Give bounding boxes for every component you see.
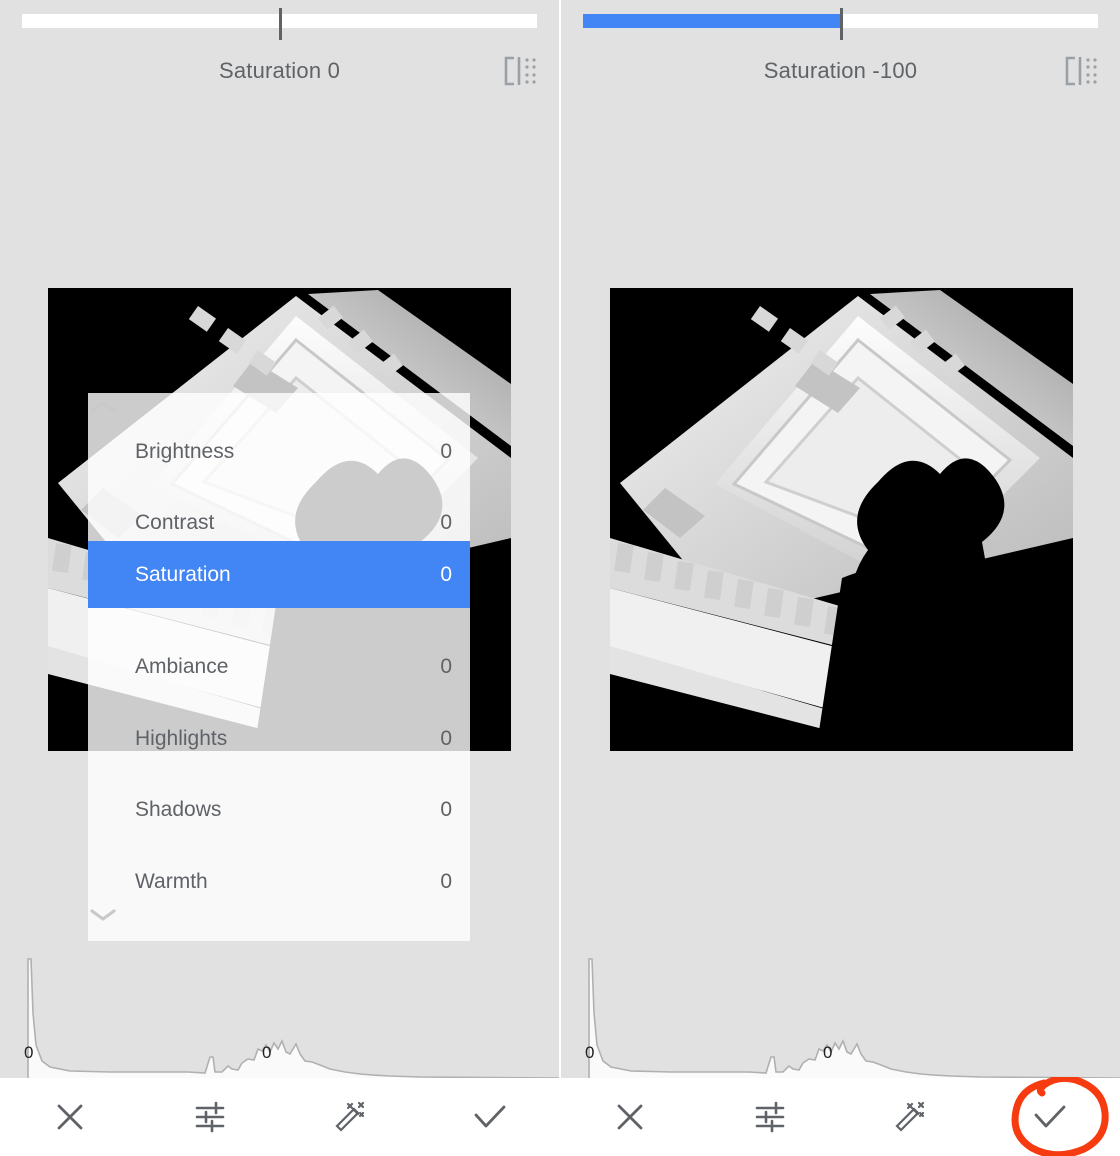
slider-thumb[interactable]: [839, 8, 843, 40]
cancel-button-left[interactable]: [0, 1078, 140, 1156]
menu-item-saturation[interactable]: Saturation 0: [88, 541, 470, 608]
panel-before: Saturation 0 Brightness 0 Contrast 0 Sat…: [0, 0, 559, 1078]
histogram-before: 0 0: [0, 953, 559, 1078]
menu-item-label: Shadows: [135, 797, 222, 821]
close-x-icon: [53, 1100, 87, 1134]
tune-sliders-icon: [753, 1100, 787, 1134]
menu-item-label: Brightness: [135, 439, 235, 463]
menu-item-label: Warmth: [135, 869, 208, 893]
menu-item-label: Saturation: [135, 562, 231, 586]
menu-item-value: 0: [440, 439, 452, 463]
done-button-right[interactable]: [980, 1078, 1120, 1156]
menu-item-label: Highlights: [135, 726, 228, 750]
menu-item-highlights[interactable]: Highlights 0: [88, 703, 470, 774]
magic-wand-icon: [892, 1099, 928, 1135]
tune-sliders-icon: [193, 1100, 227, 1134]
menu-item-value: 0: [440, 562, 452, 586]
slider-fill: [583, 14, 841, 28]
menu-item-label: Ambiance: [135, 654, 229, 678]
adjustment-label-before: Saturation 0: [218, 58, 341, 83]
menu-item-value: 0: [440, 869, 452, 893]
chevron-down-icon[interactable]: [88, 907, 470, 929]
close-x-icon: [613, 1100, 647, 1134]
saturation-slider-before[interactable]: [22, 8, 537, 40]
cancel-button-right[interactable]: [560, 1078, 700, 1156]
menu-item-brightness[interactable]: Brightness 0: [88, 416, 470, 487]
menu-item-shadows[interactable]: Shadows 0: [88, 774, 470, 845]
magic-wand-icon: [332, 1099, 368, 1135]
bottom-toolbar: [0, 1078, 1120, 1156]
menu-item-value: 0: [440, 654, 452, 678]
menu-item-ambiance[interactable]: Ambiance 0: [88, 631, 470, 702]
histogram-label-left: 0: [585, 1043, 595, 1062]
auto-enhance-button-left[interactable]: [280, 1078, 420, 1156]
adjust-button-left[interactable]: [140, 1078, 280, 1156]
histogram-label-mid: 0: [262, 1043, 272, 1062]
compare-split-icon[interactable]: [501, 54, 537, 88]
done-button-left[interactable]: [420, 1078, 560, 1156]
toolbar-left-half: [0, 1078, 560, 1156]
checkmark-icon: [1032, 1102, 1068, 1132]
editor-comparison-screen: Saturation 0 Brightness 0 Contrast 0 Sat…: [0, 0, 1120, 1156]
menu-item-value: 0: [440, 726, 452, 750]
menu-item-label: Contrast: [135, 510, 215, 534]
panel-after: Saturation -100 0 0: [561, 0, 1120, 1078]
slider-thumb[interactable]: [278, 8, 282, 40]
saturation-slider-after[interactable]: [583, 8, 1098, 40]
adjustments-menu[interactable]: Brightness 0 Contrast 0 Saturation 0 Amb…: [88, 393, 470, 941]
menu-item-value: 0: [440, 797, 452, 821]
histogram-label-left: 0: [24, 1043, 34, 1062]
histogram-label-mid: 0: [823, 1043, 833, 1062]
photo-preview-after[interactable]: [610, 288, 1073, 751]
adjust-button-right[interactable]: [700, 1078, 840, 1156]
comparison-panels: Saturation 0 Brightness 0 Contrast 0 Sat…: [0, 0, 1120, 1078]
auto-enhance-button-right[interactable]: [840, 1078, 980, 1156]
menu-item-value: 0: [440, 510, 452, 534]
compare-split-icon[interactable]: [1062, 54, 1098, 88]
histogram-after: 0 0: [561, 953, 1120, 1078]
checkmark-icon: [472, 1102, 508, 1132]
adjustment-label-after: Saturation -100: [763, 58, 918, 83]
toolbar-right-half: [560, 1078, 1120, 1156]
